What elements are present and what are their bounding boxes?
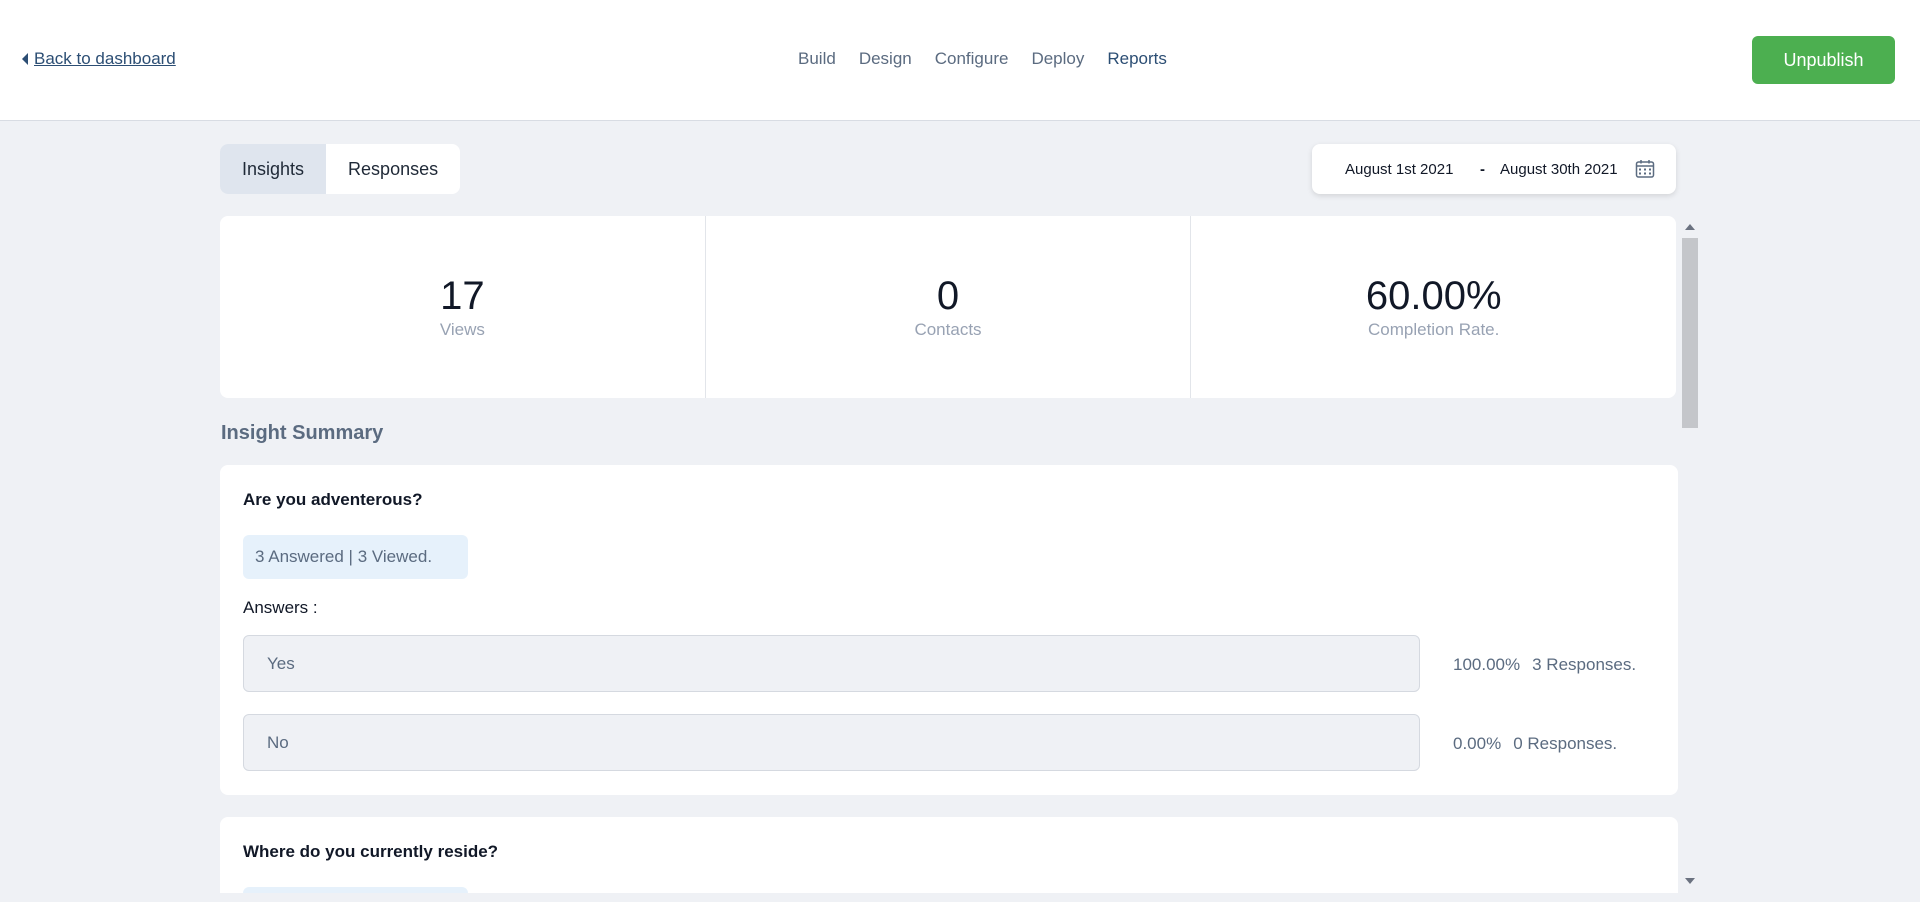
answered-viewed-badge: 3 Answered | 3 Viewed. [243,535,468,579]
stat-value: 60.00% [1365,274,1502,318]
nav-reports[interactable]: Reports [1107,49,1167,69]
answer-responses: 3 Responses. [1532,655,1637,674]
stat-value: 0 [936,274,960,318]
answer-stats-yes: 100.00% 3 Responses. [1453,655,1636,675]
stat-label: Completion Rate. [1368,320,1500,339]
caret-left-icon [22,53,28,65]
question-card: Are you adventerous? 3 Answered | 3 View… [220,465,1678,795]
report-tabs: Insights Responses [220,144,461,194]
stat-completion-rate: 60.00% Completion Rate. [1191,216,1676,398]
stat-label: Contacts [914,320,982,339]
tab-responses[interactable]: Responses [326,144,460,194]
answer-percent: 0.00% [1453,734,1502,753]
stat-value: 17 [440,274,485,318]
answered-viewed-badge [243,887,468,893]
answer-option-no: No [243,714,1420,771]
unpublish-button[interactable]: Unpublish [1752,36,1895,84]
answer-stats-no: 0.00% 0 Responses. [1453,734,1617,754]
stat-views: 17 Views [220,216,706,398]
back-to-dashboard-link[interactable]: Back to dashboard [22,49,176,69]
stat-contacts: 0 Contacts [706,216,1192,398]
stats-panel: 17 Views 0 Contacts 60.00% Completion Ra… [220,216,1676,398]
insight-summary-title: Insight Summary [221,422,384,444]
nav-deploy[interactable]: Deploy [1031,49,1084,69]
answer-percent: 100.00% [1453,655,1521,674]
back-link-label: Back to dashboard [34,49,176,68]
nav-configure[interactable]: Configure [935,49,1009,69]
vertical-scrollbar[interactable] [1682,224,1698,890]
top-bar: Back to dashboard Build Design Configure… [0,0,1920,121]
nav-build[interactable]: Build [798,49,836,69]
answer-label: No [267,732,289,752]
date-range-picker[interactable]: August 1st 2021 - August 30th 2021 [1312,144,1676,194]
answer-label: Yes [267,653,295,673]
stat-label: Views [439,320,485,339]
report-content: 17 Views 0 Contacts 60.00% Completion Ra… [220,216,1700,893]
answer-responses: 0 Responses. [1513,734,1618,753]
calendar-icon[interactable] [1635,159,1655,179]
scroll-up-arrow-icon[interactable] [1685,224,1695,230]
question-title: Are you adventerous? [243,490,423,509]
date-separator: - [1480,160,1485,178]
scrollbar-thumb[interactable] [1682,238,1698,428]
date-end[interactable]: August 30th 2021 [1500,161,1618,178]
answer-option-yes: Yes [243,635,1420,692]
answers-label: Answers : [243,598,318,617]
nav-design[interactable]: Design [859,49,912,69]
scroll-down-arrow-icon[interactable] [1685,878,1695,884]
question-card: Where do you currently reside? [220,817,1678,893]
question-title: Where do you currently reside? [243,842,499,861]
tab-insights[interactable]: Insights [220,144,327,194]
main-nav: Build Design Configure Deploy Reports [798,49,1167,69]
date-start[interactable]: August 1st 2021 [1345,161,1453,178]
